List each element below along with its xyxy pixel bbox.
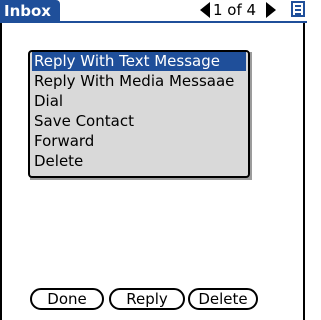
menu-item-save-contact[interactable]: Save Contact — [32, 112, 246, 131]
message-pager: 1 of 4 — [213, 1, 257, 19]
delete-button[interactable]: Delete — [188, 288, 258, 310]
reply-button[interactable]: Reply — [109, 288, 185, 310]
title-underline — [0, 21, 307, 23]
title-tab[interactable]: Inbox — [0, 0, 60, 22]
menu-item-delete[interactable]: Delete — [32, 152, 246, 171]
menu-item-reply-text[interactable]: Reply With Text Message — [32, 52, 246, 71]
page-title: Inbox — [4, 2, 51, 20]
done-button[interactable]: Done — [30, 288, 104, 310]
menu-item-reply-media[interactable]: Reply With Media Messaae — [32, 72, 246, 91]
right-border — [303, 23, 305, 320]
menu-item-dial[interactable]: Dial — [32, 92, 246, 111]
screen: Inbox 1 of 4 Reply With Text Message Rep… — [0, 0, 321, 320]
next-message-icon[interactable] — [266, 2, 276, 18]
left-border — [0, 23, 2, 320]
menu-list-icon[interactable] — [291, 1, 305, 17]
menu-item-forward[interactable]: Forward — [32, 132, 246, 151]
previous-message-icon[interactable] — [200, 2, 210, 18]
action-popup-list: Reply With Text Message Reply With Media… — [28, 50, 250, 178]
